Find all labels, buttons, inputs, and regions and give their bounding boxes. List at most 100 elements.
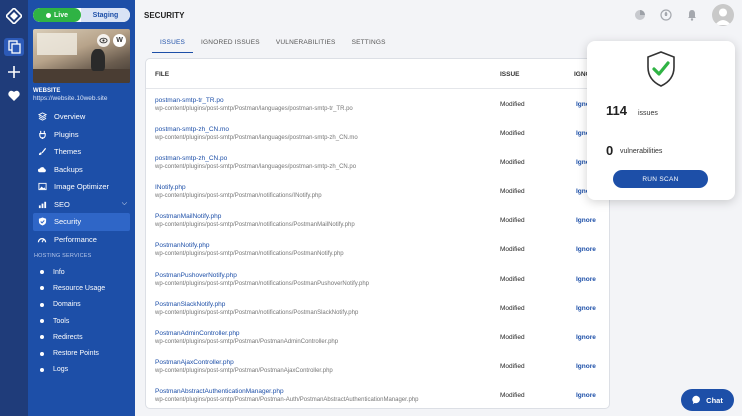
ignore-button[interactable]: Ignore: [576, 363, 596, 370]
issue-status: Modified: [500, 130, 525, 138]
vulnerabilities-count: 0: [606, 143, 614, 158]
sidebar-item-overview[interactable]: Overview: [28, 108, 135, 126]
file-name-link[interactable]: PostmanSlackNotify.php: [155, 301, 225, 308]
sidebar-sub-logs[interactable]: Logs: [28, 362, 135, 378]
avatar[interactable]: [712, 4, 734, 26]
sidebar-item-security[interactable]: Security: [33, 213, 130, 231]
sidebar-sub-redirects[interactable]: Redirects: [28, 329, 135, 345]
run-scan-button[interactable]: RUN SCAN: [613, 170, 708, 188]
sidebar-sub-info[interactable]: Info: [28, 264, 135, 280]
eye-icon[interactable]: [97, 34, 110, 47]
sidebar-item-label: Performance: [54, 234, 97, 244]
bell-icon[interactable]: [686, 9, 698, 21]
tab-settings[interactable]: SETTINGS: [344, 37, 394, 53]
cloud-icon: [37, 164, 47, 174]
bullet-icon: [40, 367, 44, 372]
tab-ignored-issues[interactable]: IGNORED ISSUES: [193, 37, 268, 53]
logo-icon[interactable]: [6, 8, 22, 24]
table-row: PostmanAjaxController.php wp-content/plug…: [146, 351, 609, 380]
bullet-icon: [40, 270, 44, 275]
file-path: wp-content/plugins/post-smtp/Postman/not…: [155, 309, 359, 316]
sidebar-item-label: Security: [54, 217, 82, 227]
sidebar-sub-label: Info: [53, 268, 65, 276]
sidebar-sub-restore-points[interactable]: Restore Points: [28, 345, 135, 361]
file-name-link[interactable]: PostmanAdminController.php: [155, 330, 240, 337]
table-row: postman-smtp-zh_CN.mo wp-content/plugins/…: [146, 118, 609, 147]
bullet-icon: [40, 335, 44, 340]
sidebar-item-performance[interactable]: Performance: [28, 231, 135, 249]
file-name-link[interactable]: PostmanPushoverNotify.php: [155, 272, 237, 279]
chat-bubble-icon: [692, 395, 701, 405]
file-name-link[interactable]: PostmanAjaxController.php: [155, 359, 234, 366]
shield-check-icon: [647, 51, 675, 87]
wordpress-icon[interactable]: W: [113, 34, 126, 47]
website-label: WEBSITE: [33, 88, 61, 94]
file-path: wp-content/plugins/post-smtp/Postman/not…: [155, 222, 355, 229]
live-toggle[interactable]: Live: [33, 8, 81, 22]
website-url[interactable]: https://website.10web.site: [33, 95, 107, 102]
table-row: PostmanSlackNotify.php wp-content/plugins…: [146, 293, 609, 322]
image-icon: [37, 182, 47, 192]
ignore-button[interactable]: Ignore: [576, 392, 596, 399]
issue-status: Modified: [500, 246, 525, 254]
sidebar-item-seo[interactable]: SEO ⌵: [28, 196, 135, 214]
file-path: wp-content/plugins/post-smtp/Postman/not…: [155, 251, 344, 258]
file-name-link[interactable]: PostmanAbstractAuthenticationManager.php: [155, 388, 284, 395]
file-path: wp-content/plugins/post-smtp/Postman/not…: [155, 280, 369, 287]
header-actions: [634, 4, 734, 26]
issue-status: Modified: [500, 101, 525, 108]
copy-icon: [8, 40, 21, 54]
file-path: wp-content/plugins/post-smtp/Postman/Pos…: [155, 396, 419, 403]
sidebar-sub-resource-usage[interactable]: Resource Usage: [28, 280, 135, 296]
ignore-button[interactable]: Ignore: [576, 246, 596, 253]
ignore-button[interactable]: Ignore: [576, 305, 596, 312]
sidebar-item-image-optimizer[interactable]: Image Optimizer: [28, 178, 135, 196]
issue-status: Modified: [500, 391, 525, 399]
ignore-button[interactable]: Ignore: [576, 217, 596, 224]
rail-sites-item[interactable]: [4, 38, 24, 56]
gauge-icon: [37, 234, 47, 244]
file-name-link[interactable]: PostmanNotify.php: [155, 242, 209, 249]
file-name-link[interactable]: postman-smtp-zh_CN.mo: [155, 126, 229, 133]
plus-icon[interactable]: [7, 65, 21, 79]
ignore-button[interactable]: Ignore: [576, 276, 596, 283]
heart-icon[interactable]: [7, 89, 21, 103]
table-row: INotify.php wp-content/plugins/post-smtp/…: [146, 176, 609, 205]
sidebar-item-plugins[interactable]: Plugins: [28, 126, 135, 144]
website-thumbnail[interactable]: W: [33, 29, 130, 83]
sidebar-sub-tools[interactable]: Tools: [28, 313, 135, 329]
shield-icon: [37, 217, 47, 227]
sidebar-sub-label: Logs: [53, 366, 69, 374]
ignore-button[interactable]: Ignore: [576, 334, 596, 341]
issue-status: Modified: [500, 275, 525, 283]
file-name-link[interactable]: postman-smtp-tr_TR.po: [155, 97, 224, 104]
environment-toggle[interactable]: Live Staging: [33, 8, 130, 22]
table-row: PostmanAdminController.php wp-content/plu…: [146, 322, 609, 351]
file-path: wp-content/plugins/post-smtp/Postman/Pos…: [155, 338, 339, 345]
vulnerabilities-label: vulnerabilities: [620, 148, 663, 155]
sidebar-item-themes[interactable]: Themes: [28, 143, 135, 161]
staging-toggle[interactable]: Staging: [81, 8, 130, 22]
rocket-icon[interactable]: [660, 9, 672, 21]
tab-issues[interactable]: ISSUES: [152, 37, 194, 53]
sidebar-sub-label: Restore Points: [53, 350, 99, 358]
sidebar-sub-domains[interactable]: Domains: [28, 297, 135, 313]
chat-button[interactable]: Chat: [681, 389, 734, 411]
file-name-link[interactable]: postman-smtp-zh_CN.po: [155, 155, 227, 162]
file-name-link[interactable]: PostmanMailNotify.php: [155, 213, 221, 220]
security-tabs: ISSUES IGNORED ISSUES VULNERABILITIES SE…: [152, 37, 394, 53]
file-name-link[interactable]: INotify.php: [155, 184, 186, 191]
sidebar-item-backups[interactable]: Backups: [28, 161, 135, 179]
sidebar-sub-label: Domains: [53, 301, 81, 309]
table-row: PostmanNotify.php wp-content/plugins/post…: [146, 234, 609, 263]
table-header: FILE ISSUE IGNO: [146, 59, 609, 89]
icon-rail: [0, 0, 28, 416]
table-body: postman-smtp-tr_TR.po wp-content/plugins/…: [146, 89, 609, 408]
page-title: SECURITY: [144, 11, 185, 20]
sidebar-item-label: Image Optimizer: [54, 182, 110, 192]
tab-vulnerabilities[interactable]: VULNERABILITIES: [268, 37, 344, 53]
thumb-table: [33, 69, 130, 83]
chevron-down-icon[interactable]: ⌵: [122, 200, 127, 208]
pie-chart-icon[interactable]: [634, 9, 646, 21]
sidebar-item-label: Plugins: [54, 129, 79, 139]
